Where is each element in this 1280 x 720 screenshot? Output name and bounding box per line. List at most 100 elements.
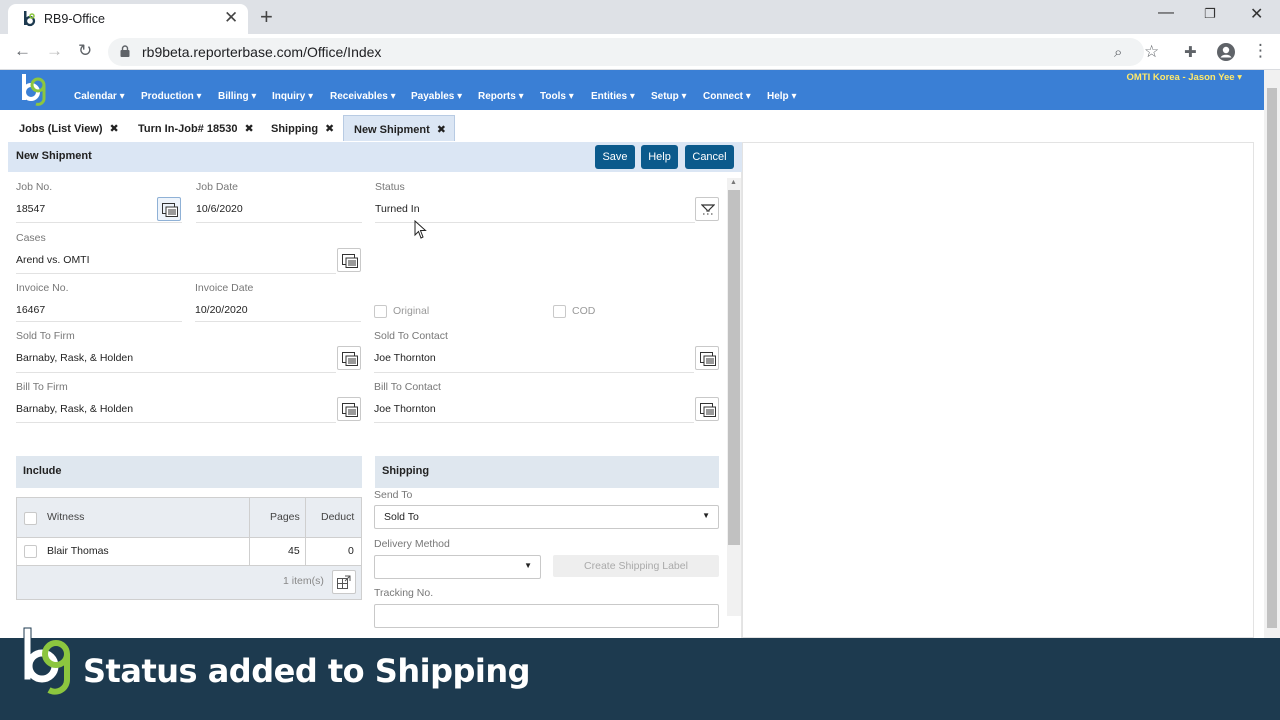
job-no-label: Job No.: [16, 181, 53, 193]
invoice-no-field[interactable]: 16467: [16, 304, 45, 316]
reload-icon[interactable]: ↻: [78, 41, 92, 61]
lock-icon: [120, 45, 130, 57]
item-count: 1 item(s): [283, 575, 324, 587]
send-to-label: Send To: [374, 489, 413, 501]
cancel-button[interactable]: Cancel: [685, 145, 734, 169]
send-to-select[interactable]: Sold To ▼: [374, 505, 719, 529]
browser-tab[interactable]: RB9-Office ✕: [8, 4, 248, 34]
close-tab-icon[interactable]: ✖: [110, 123, 119, 135]
new-tab-icon[interactable]: +: [260, 4, 273, 30]
job-date-field[interactable]: 10/6/2020: [196, 203, 243, 215]
menu-payables[interactable]: Payables ▾: [411, 91, 462, 102]
expand-grid-button[interactable]: [332, 570, 356, 594]
close-tab-icon[interactable]: ✖: [325, 123, 334, 135]
divider: [16, 321, 182, 322]
tab-jobs-list-view[interactable]: Jobs (List View) ✖: [19, 115, 119, 141]
pages-cell: 45: [288, 545, 300, 557]
cases-field[interactable]: Arend vs. OMTI: [16, 254, 90, 266]
invoice-date-field[interactable]: 10/20/2020: [195, 304, 248, 316]
cod-checkbox[interactable]: [553, 305, 566, 318]
column-pages[interactable]: Pages: [270, 511, 300, 523]
caption-text: Status added to Shipping: [83, 652, 531, 690]
menu-receivables[interactable]: Receivables ▾: [330, 91, 396, 102]
menu-billing[interactable]: Billing ▾: [218, 91, 256, 102]
window-close-icon[interactable]: ✕: [1250, 4, 1263, 24]
lookup-icon: [342, 403, 358, 417]
profile-icon[interactable]: [1216, 42, 1236, 62]
panel-title: New Shipment: [16, 150, 92, 162]
close-tab-icon[interactable]: ✕: [224, 8, 238, 28]
filter-icon: [701, 204, 715, 215]
menu-reports[interactable]: Reports ▾: [478, 91, 524, 102]
lookup-icon: [342, 254, 358, 268]
menu-inquiry[interactable]: Inquiry ▾: [272, 91, 313, 102]
original-checkbox[interactable]: [374, 305, 387, 318]
divider: [16, 422, 336, 423]
help-button[interactable]: Help: [641, 145, 678, 169]
menu-help[interactable]: Help ▾: [767, 91, 796, 102]
deduct-cell: 0: [348, 545, 354, 557]
panel-header: New Shipment Save Help Cancel: [8, 142, 742, 172]
scroll-up-icon[interactable]: ▲: [730, 179, 737, 186]
scrollbar-thumb[interactable]: [1267, 88, 1277, 628]
close-tab-icon[interactable]: ✖: [244, 123, 253, 135]
original-label: Original: [393, 305, 430, 317]
page-scrollbar[interactable]: [1264, 70, 1280, 638]
browser-tab-title: RB9-Office: [44, 12, 105, 26]
address-bar[interactable]: rb9beta.reporterbase.com/Office/Index ⌕ …: [108, 38, 1159, 66]
row-checkbox[interactable]: [24, 545, 37, 558]
menu-calendar[interactable]: Calendar ▾: [74, 91, 125, 102]
tab-shipping[interactable]: Shipping ✖: [271, 115, 334, 141]
include-section-header: Include: [16, 456, 362, 488]
status-filter-button[interactable]: [695, 197, 719, 221]
create-shipping-label-button[interactable]: Create Shipping Label: [553, 555, 719, 577]
extensions-icon[interactable]: ✚: [1184, 43, 1197, 61]
divider: [374, 372, 694, 373]
cases-label: Cases: [16, 232, 46, 244]
status-field[interactable]: Turned In: [375, 203, 420, 215]
close-tab-icon[interactable]: ✖: [437, 124, 446, 136]
forward-icon[interactable]: →: [46, 41, 63, 61]
user-menu[interactable]: OMTI Korea - Jason Yee ▾: [1127, 72, 1242, 83]
cases-lookup-button[interactable]: [337, 248, 361, 272]
divider: [16, 372, 336, 373]
minimize-icon[interactable]: —: [1158, 4, 1174, 22]
job-no-field[interactable]: 18547: [16, 203, 45, 215]
browser-menu-icon[interactable]: ⋮: [1252, 41, 1269, 61]
caption-banner: Status added to Shipping: [0, 627, 1280, 720]
panel-scrollbar[interactable]: ▲: [727, 178, 741, 616]
bill-to-firm-lookup-button[interactable]: [337, 397, 361, 421]
sold-to-contact-lookup-button[interactable]: [695, 346, 719, 370]
sold-to-firm-lookup-button[interactable]: [337, 346, 361, 370]
tab-new-shipment[interactable]: New Shipment ✖: [343, 115, 455, 141]
rb9-logo[interactable]: [18, 72, 50, 110]
tracking-no-field[interactable]: [374, 604, 719, 628]
column-witness[interactable]: Witness: [47, 511, 84, 523]
select-all-checkbox[interactable]: [24, 512, 37, 525]
bill-to-firm-field[interactable]: Barnaby, Rask, & Holden: [16, 403, 133, 415]
table-row[interactable]: Blair Thomas 45 0: [17, 538, 361, 565]
sold-to-contact-label: Sold To Contact: [374, 330, 448, 342]
back-icon[interactable]: ←: [14, 41, 31, 61]
bill-to-contact-label: Bill To Contact: [374, 381, 441, 393]
shipping-section-header: Shipping: [375, 456, 719, 488]
tab-turn-in-job[interactable]: Turn In-Job# 18530 ✖: [138, 115, 254, 141]
save-button[interactable]: Save: [595, 145, 635, 169]
menu-production[interactable]: Production ▾: [141, 91, 202, 102]
job-lookup-button[interactable]: [157, 197, 181, 221]
sold-to-contact-field[interactable]: Joe Thornton: [374, 352, 436, 364]
cod-label: COD: [572, 305, 596, 317]
bill-to-contact-lookup-button[interactable]: [695, 397, 719, 421]
bill-to-contact-field[interactable]: Joe Thornton: [374, 403, 436, 415]
menu-tools[interactable]: Tools ▾: [540, 91, 574, 102]
menu-entities[interactable]: Entities ▾: [591, 91, 635, 102]
menu-connect[interactable]: Connect ▾: [703, 91, 751, 102]
column-deduct[interactable]: Deduct: [321, 511, 354, 523]
zoom-icon[interactable]: ⌕: [1114, 44, 1122, 61]
sold-to-firm-field[interactable]: Barnaby, Rask, & Holden: [16, 352, 133, 364]
bookmark-star-icon[interactable]: ☆: [1144, 42, 1159, 62]
menu-setup[interactable]: Setup ▾: [651, 91, 687, 102]
delivery-method-select[interactable]: ▼: [374, 555, 541, 579]
scrollbar-thumb[interactable]: [728, 190, 740, 545]
restore-icon[interactable]: ❐: [1204, 6, 1216, 22]
